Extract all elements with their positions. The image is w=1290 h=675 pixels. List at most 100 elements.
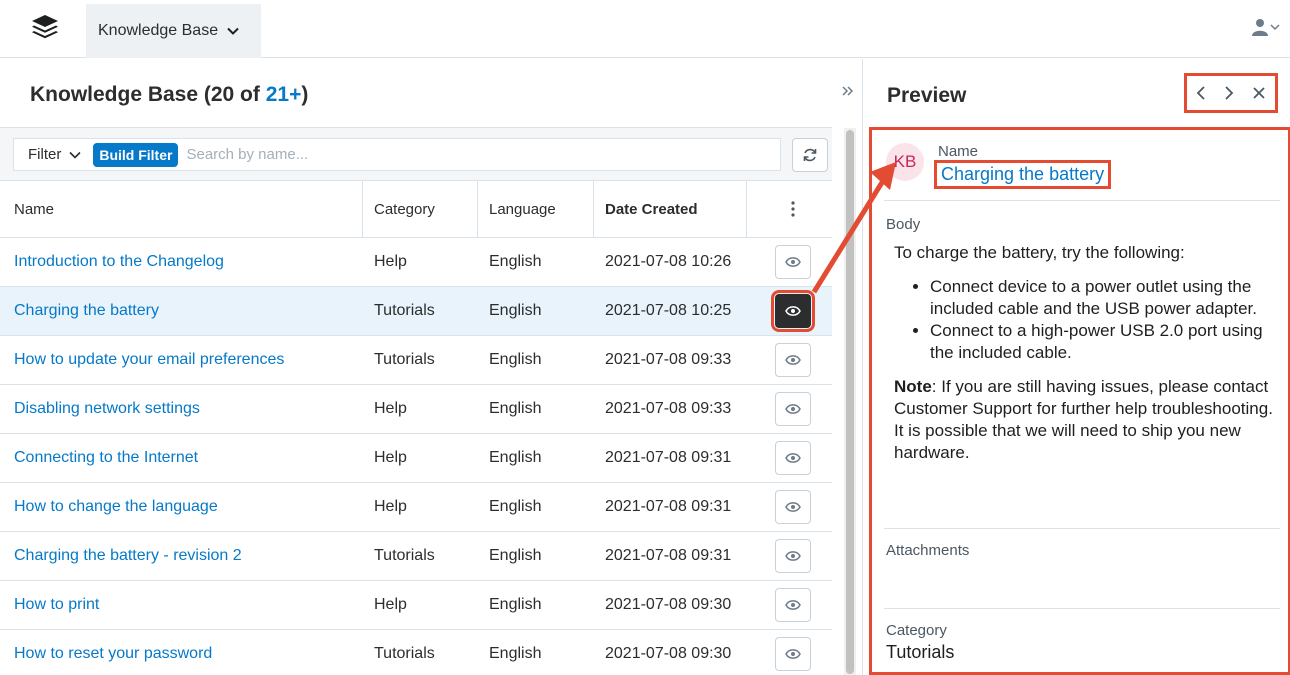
preview-record-button[interactable]: [775, 539, 811, 573]
user-menu[interactable]: [1252, 18, 1280, 36]
filter-bar: Filter Build Filter: [0, 127, 856, 675]
previous-record-button[interactable]: [1196, 86, 1206, 100]
language-cell: English: [489, 596, 542, 613]
table-row[interactable]: How to update your email preferences Tut…: [0, 336, 832, 385]
preview-record-button[interactable]: [775, 588, 811, 622]
language-cell: English: [489, 253, 542, 270]
records-table: Name Category Language Date Created Intr…: [0, 181, 832, 675]
category-cell: Tutorials: [374, 645, 435, 662]
language-cell: English: [489, 547, 542, 564]
preview-body: KB Name Charging the battery Body To cha…: [869, 127, 1290, 675]
column-header-date-created[interactable]: Date Created: [605, 181, 755, 237]
table-row[interactable]: How to print Help English 2021-07-08 09:…: [0, 581, 832, 630]
divider: [884, 528, 1280, 529]
language-cell: English: [489, 400, 542, 417]
record-name-link[interactable]: How to change the language: [14, 498, 218, 516]
date-created-cell: 2021-07-08 09:30: [605, 645, 732, 662]
category-cell: Help: [374, 596, 407, 613]
record-name-link[interactable]: Disabling network settings: [14, 400, 200, 418]
top-navbar: Knowledge Base: [0, 0, 1290, 58]
list-scrollbar[interactable]: [844, 128, 856, 675]
date-created-cell: 2021-07-08 09:31: [605, 547, 732, 564]
build-filter-button[interactable]: Build Filter: [93, 142, 179, 167]
category-cell: Tutorials: [374, 351, 435, 368]
divider: [884, 608, 1280, 609]
preview-record-button[interactable]: [771, 290, 815, 332]
preview-record-button[interactable]: [775, 245, 811, 279]
chevron-down-icon: [227, 27, 239, 35]
preview-record-button[interactable]: [775, 392, 811, 426]
table-body: Introduction to the Changelog Help Engli…: [0, 238, 832, 675]
filter-label: Filter: [28, 146, 62, 163]
double-chevron-right-icon: [842, 86, 854, 96]
date-created-cell: 2021-07-08 10:26: [605, 253, 732, 270]
next-record-button[interactable]: [1224, 86, 1234, 100]
column-header-language[interactable]: Language: [489, 181, 589, 237]
record-name-link[interactable]: How to print: [14, 596, 99, 614]
record-name-link[interactable]: Charging the battery: [14, 302, 159, 320]
avatar: KB: [886, 143, 924, 181]
record-name-link[interactable]: Charging the battery: [934, 160, 1112, 189]
preview-record-button[interactable]: [775, 490, 811, 524]
record-name-link[interactable]: How to update your email preferences: [14, 351, 284, 369]
close-preview-button[interactable]: [1252, 86, 1266, 100]
eye-icon: [785, 551, 801, 561]
date-created-cell: 2021-07-08 09:30: [605, 596, 732, 613]
record-name-link[interactable]: Introduction to the Changelog: [14, 253, 224, 271]
refresh-button[interactable]: [792, 138, 828, 172]
table-row[interactable]: Disabling network settings Help English …: [0, 385, 832, 434]
body-bullet: Connect device to a power outlet using t…: [930, 276, 1274, 320]
category-cell: Help: [374, 449, 407, 466]
table-header-row: Name Category Language Date Created: [0, 181, 832, 238]
preview-record-button[interactable]: [775, 343, 811, 377]
close-icon: [1253, 87, 1265, 99]
record-name-link[interactable]: Connecting to the Internet: [14, 449, 198, 467]
table-row[interactable]: Charging the battery Tutorials English 2…: [0, 287, 832, 336]
preview-pane: Preview KB Name Charging the battery Bod…: [862, 59, 1290, 675]
chevron-right-icon: [1225, 86, 1234, 100]
chevron-down-icon: [69, 151, 81, 159]
record-count-link[interactable]: 21+: [266, 83, 302, 106]
body-bullet-list: Connect device to a power outlet using t…: [930, 276, 1274, 364]
preview-record-button[interactable]: [775, 441, 811, 475]
refresh-icon: [803, 148, 817, 162]
name-field-label: Name: [938, 143, 979, 160]
table-row[interactable]: How to change the language Help English …: [0, 483, 832, 532]
filter-field: Filter Build Filter: [13, 138, 781, 171]
language-cell: English: [489, 302, 542, 319]
column-settings-button[interactable]: [775, 181, 811, 237]
body-note: Note: If you are still having issues, pl…: [894, 376, 1274, 464]
preview-record-button[interactable]: [775, 637, 811, 671]
table-row[interactable]: How to reset your password Tutorials Eng…: [0, 630, 832, 675]
column-header-category[interactable]: Category: [374, 181, 474, 237]
preview-nav-controls: [1184, 73, 1278, 113]
date-created-cell: 2021-07-08 09:33: [605, 400, 732, 417]
table-row[interactable]: Connecting to the Internet Help English …: [0, 434, 832, 483]
date-created-cell: 2021-07-08 10:25: [605, 302, 732, 319]
body-bullet: Connect to a high-power USB 2.0 port usi…: [930, 320, 1274, 364]
search-input[interactable]: [186, 141, 747, 168]
eye-icon: [785, 502, 801, 512]
eye-icon: [785, 355, 801, 365]
list-view-pane: Knowledge Base (20 of 21+) Filter Build …: [0, 59, 860, 675]
column-header-name[interactable]: Name: [14, 181, 359, 237]
divider: [884, 200, 1280, 201]
record-name-link[interactable]: How to reset your password: [14, 645, 212, 663]
body-intro: To charge the battery, try the following…: [894, 243, 1185, 262]
module-tab-knowledge-base[interactable]: Knowledge Base: [86, 4, 261, 58]
logo-stack-icon[interactable]: [30, 12, 60, 42]
note-text: : If you are still having issues, please…: [894, 377, 1273, 462]
collapse-preview-button[interactable]: [842, 81, 854, 102]
eye-icon: [785, 649, 801, 659]
date-created-cell: 2021-07-08 09:31: [605, 498, 732, 515]
table-row[interactable]: Introduction to the Changelog Help Engli…: [0, 238, 832, 287]
language-cell: English: [489, 645, 542, 662]
list-title: Knowledge Base (20 of 21+): [30, 83, 308, 107]
note-label: Note: [894, 377, 932, 396]
filter-dropdown-button[interactable]: Filter: [14, 146, 81, 163]
category-cell: Help: [374, 253, 407, 270]
record-name-link[interactable]: Charging the battery - revision 2: [14, 547, 242, 565]
scrollbar-thumb[interactable]: [846, 130, 854, 674]
eye-icon: [785, 306, 801, 316]
table-row[interactable]: Charging the battery - revision 2 Tutori…: [0, 532, 832, 581]
